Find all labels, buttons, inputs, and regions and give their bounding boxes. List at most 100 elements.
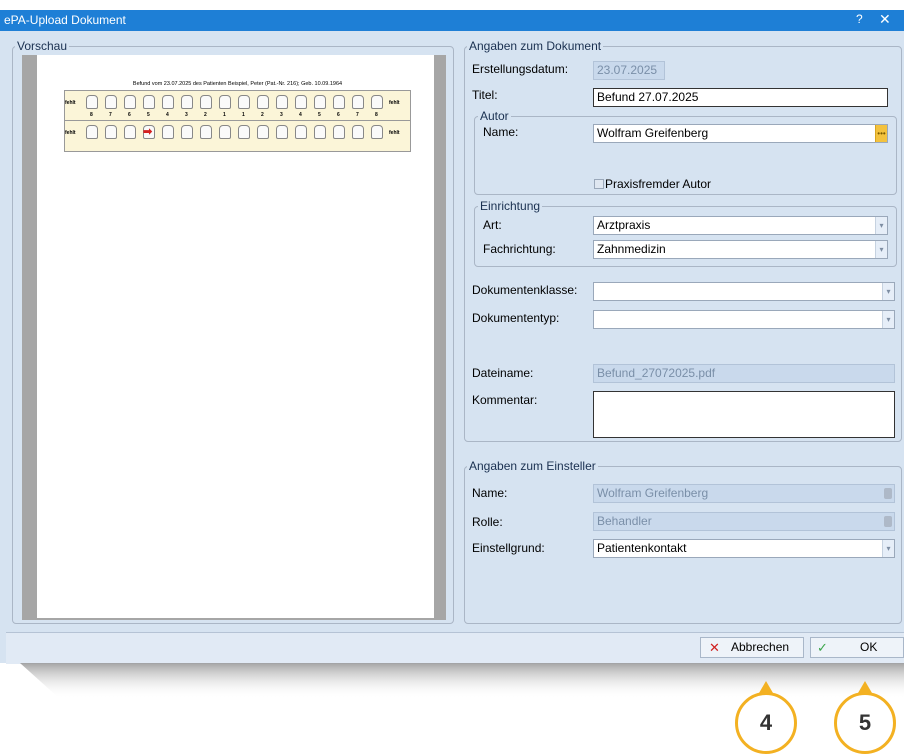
title-bar: ePA-Upload Dokument ? ✕ — [0, 10, 904, 31]
praxisfremder-checkbox[interactable] — [594, 179, 604, 189]
tooth-upper — [181, 95, 193, 109]
preview-legend: Vorschau — [15, 39, 70, 53]
tooth-lower — [314, 125, 326, 139]
dateiname-field: Befund_27072025.pdf — [593, 364, 895, 383]
cancel-button[interactable]: ✕ Abbrechen — [700, 637, 804, 658]
close-icon[interactable]: ✕ — [879, 11, 891, 28]
chevron-down-icon[interactable]: ▾ — [882, 283, 894, 300]
einsteller-name-label: Name: — [472, 486, 508, 500]
rolle-label: Rolle: — [472, 515, 503, 529]
tooth-upper — [105, 95, 117, 109]
tooth-lower — [295, 125, 307, 139]
einstellgrund-dropdown[interactable]: Patientenkontakt ▾ — [593, 539, 895, 558]
window-title: ePA-Upload Dokument — [4, 13, 126, 27]
kommentar-label: Kommentar: — [472, 393, 538, 407]
fachrichtung-label: Fachrichtung: — [483, 242, 556, 256]
art-value: Arztpraxis — [597, 218, 651, 232]
tooth-upper — [124, 95, 136, 109]
tooth-upper — [352, 95, 364, 109]
tooth-lower — [257, 125, 269, 139]
praxisfremder-label: Praxisfremder Autor — [605, 177, 712, 191]
tooth-number: 3 — [185, 112, 188, 118]
tooth-upper — [371, 95, 383, 109]
fehlt-label: fehlt — [389, 100, 400, 106]
tooth-upper — [295, 95, 307, 109]
tooth-lower — [219, 125, 231, 139]
tooth-number: 8 — [90, 112, 93, 118]
dokumentenklasse-label: Dokumentenklasse: — [472, 283, 578, 297]
art-dropdown[interactable]: Arztpraxis ▾ — [593, 216, 888, 235]
tooth-upper — [276, 95, 288, 109]
preview-page[interactable]: Befund vom 23.07.2025 des Patienten Beis… — [37, 55, 434, 618]
chevron-down-icon[interactable]: ▾ — [882, 540, 894, 557]
tooth-number: 6 — [337, 112, 340, 118]
chart-midline — [64, 120, 411, 121]
tooth-lower — [181, 125, 193, 139]
autor-legend: Autor — [478, 109, 511, 123]
lock-icon — [884, 516, 892, 527]
rolle-value: Behandler — [597, 514, 652, 528]
dental-chart: Befund vom 23.07.2025 des Patienten Beis… — [64, 81, 411, 153]
chevron-down-icon[interactable]: ▾ — [882, 311, 894, 328]
tooth-lower — [162, 125, 174, 139]
fehlt-label: fehlt — [65, 100, 76, 106]
help-icon[interactable]: ? — [856, 12, 863, 26]
tooth-upper — [143, 95, 155, 109]
dokumentenklasse-dropdown[interactable]: ▾ — [593, 282, 895, 301]
tooth-number: 1 — [223, 112, 226, 118]
tooth-number: 7 — [356, 112, 359, 118]
einsteller-name-field: Wolfram Greifenberg — [593, 484, 895, 503]
tooth-number: 3 — [280, 112, 283, 118]
tooth-lower — [124, 125, 136, 139]
callout-5: 5 — [834, 692, 896, 754]
kommentar-textarea[interactable] — [593, 391, 895, 438]
tooth-number: 1 — [242, 112, 245, 118]
tooth-upper — [200, 95, 212, 109]
cancel-label: Abbrechen — [731, 640, 790, 654]
tooth-upper — [238, 95, 250, 109]
dokument-legend: Angaben zum Dokument — [467, 39, 604, 53]
dokumententyp-dropdown[interactable]: ▾ — [593, 310, 895, 329]
einrichtung-legend: Einrichtung — [478, 199, 543, 213]
ok-label: OK — [860, 640, 878, 654]
art-label: Art: — [483, 218, 502, 232]
tooth-number: 5 — [318, 112, 321, 118]
autor-name-dropdown[interactable]: Wolfram Greifenberg ••• — [593, 124, 888, 143]
chevron-down-icon[interactable]: ▾ — [875, 217, 887, 234]
fachrichtung-dropdown[interactable]: Zahnmedizin ▾ — [593, 240, 888, 259]
einsteller-name-value: Wolfram Greifenberg — [597, 486, 709, 500]
tooth-upper — [257, 95, 269, 109]
tooth-upper — [314, 95, 326, 109]
callout-4: 4 — [735, 692, 797, 754]
tooth-number: 4 — [299, 112, 302, 118]
dokumententyp-label: Dokumententyp: — [472, 311, 560, 325]
ok-button[interactable]: ✓ OK — [810, 637, 904, 658]
autor-name-label: Name: — [483, 125, 519, 139]
tooth-upper — [86, 95, 98, 109]
rolle-field: Behandler — [593, 512, 895, 531]
erstellungsdatum-label: Erstellungsdatum: — [472, 62, 569, 76]
tooth-lower — [200, 125, 212, 139]
titel-label: Titel: — [472, 88, 498, 102]
tooth-upper — [333, 95, 345, 109]
tooth-number: 6 — [128, 112, 131, 118]
tooth-number: 7 — [109, 112, 112, 118]
red-arrow-icon: ➡ — [143, 126, 153, 138]
autor-dropdown-button-icon[interactable]: ••• — [875, 125, 887, 142]
erstellungsdatum-field: 23.07.2025 — [593, 61, 665, 80]
tooth-lower — [352, 125, 364, 139]
chevron-down-icon[interactable]: ▾ — [875, 241, 887, 258]
einstellgrund-value: Patientenkontakt — [597, 541, 687, 555]
cancel-icon: ✕ — [709, 640, 720, 655]
chart-header: Befund vom 23.07.2025 des Patienten Beis… — [132, 81, 343, 87]
tooth-number: 8 — [375, 112, 378, 118]
lock-icon — [884, 488, 892, 499]
tooth-lower — [238, 125, 250, 139]
titel-input[interactable]: Befund 27.07.2025 — [593, 88, 888, 107]
tooth-lower — [86, 125, 98, 139]
tooth-lower — [371, 125, 383, 139]
tooth-upper — [219, 95, 231, 109]
tooth-number: 2 — [204, 112, 207, 118]
dateiname-label: Dateiname: — [472, 366, 534, 380]
fachrichtung-value: Zahnmedizin — [597, 242, 666, 256]
